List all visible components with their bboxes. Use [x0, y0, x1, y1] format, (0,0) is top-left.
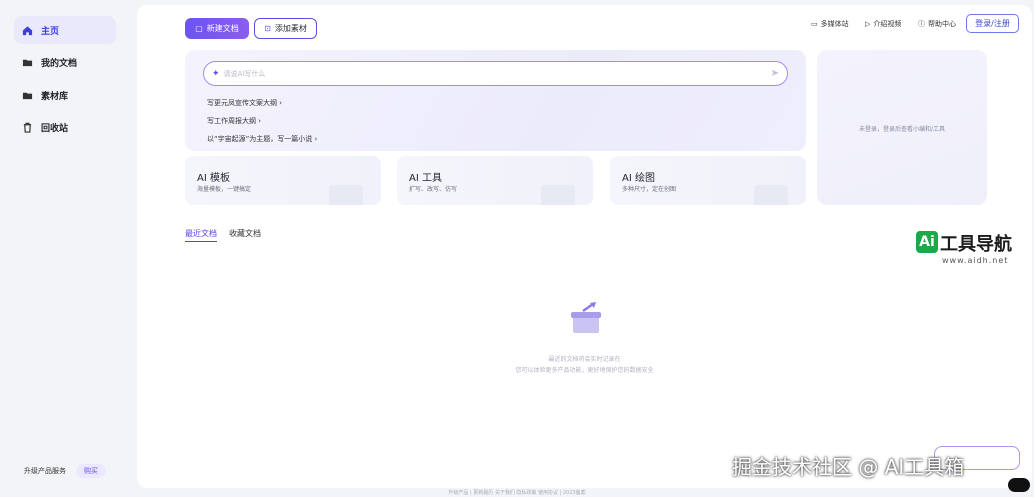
- trash-icon: [22, 122, 33, 133]
- sidebar-item-label: 素材库: [41, 91, 69, 102]
- empty-box-icon: [571, 302, 601, 333]
- card-title: AI 工具: [409, 173, 442, 184]
- card-subtitle: 多种尺寸，定在创图: [622, 186, 677, 193]
- guide-video-label: 介绍视频: [873, 20, 902, 28]
- card-title: AI 绘图: [622, 173, 655, 184]
- home-icon: [22, 25, 33, 36]
- card-subtitle: 海量模板，一键搞定: [197, 186, 252, 193]
- watermark-bottom-text: 掘金技术社区 @ AI工具箱: [732, 455, 965, 479]
- send-icon[interactable]: ➤: [771, 68, 779, 79]
- watermark-ai-badge: Ai: [916, 231, 938, 253]
- multimedia-icon: ▭: [811, 20, 818, 28]
- chat-bot-icon[interactable]: [1008, 478, 1030, 492]
- tab-recent-docs[interactable]: 最近文档: [185, 228, 217, 242]
- card-illustration: [754, 185, 788, 205]
- sidebar: 主页 我的文档 素材库 回收站 升级产品服务 购买: [0, 0, 136, 497]
- sidebar-item-label: 主页: [41, 26, 60, 37]
- login-prompt-panel: 未登录，登录后查看小编和/工具: [817, 50, 987, 205]
- card-subtitle: 扩写、改写、仿写: [409, 186, 458, 193]
- sidebar-item-home[interactable]: 主页: [14, 16, 116, 44]
- help-icon: ⓘ: [918, 20, 925, 28]
- card-title: AI 模板: [197, 173, 230, 184]
- help-link[interactable]: ⓘ 帮助中心: [918, 19, 956, 29]
- sidebar-item-label: 回收站: [41, 123, 69, 134]
- doc-icon: ▢: [195, 24, 203, 33]
- add-material-button[interactable]: ⊡ 添加素材: [254, 18, 317, 39]
- footer-text: 升级产品 | 更新履历 关于我们 隐私政策 使用协议 | 2023备案: [448, 490, 586, 496]
- card-illustration: [329, 185, 363, 205]
- add-material-icon: ⊡: [264, 24, 271, 33]
- sidebar-item-my-docs[interactable]: 我的文档: [14, 48, 116, 76]
- sidebar-item-trash[interactable]: 回收站: [14, 113, 116, 141]
- buy-button[interactable]: 购买: [76, 464, 106, 478]
- suggestion-item[interactable]: 以“宇宙起源”为主题，写一篇小说 ›: [207, 134, 317, 144]
- suggestion-item[interactable]: 写更元凤宣传文案大纲 ›: [207, 98, 282, 108]
- card-ai-tools[interactable]: AI 工具 扩写、改写、仿写: [397, 156, 593, 205]
- watermark-logo-url: www.aidh.net: [942, 256, 1009, 265]
- new-doc-label: 新建文档: [206, 24, 239, 33]
- empty-state-line2: 您可以体验更多产品功能，更好地保护您的数据安全: [515, 367, 654, 374]
- sidebar-item-materials[interactable]: 素材库: [14, 81, 116, 109]
- multimedia-label: 多媒体站: [820, 20, 849, 28]
- doc-tabs: 最近文档 收藏文档: [185, 228, 273, 242]
- folder-icon: [22, 90, 33, 101]
- video-icon: ▷: [865, 20, 871, 28]
- card-ai-template[interactable]: AI 模板 海量模板，一键搞定: [185, 156, 381, 205]
- add-material-label: 添加素材: [274, 24, 307, 33]
- new-doc-button[interactable]: ▢ 新建文档: [185, 18, 249, 39]
- watermark-logo-name: 工具导航: [940, 234, 1012, 255]
- watermark-logo: Ai 工具导航 www.aidh.net: [914, 228, 1034, 270]
- tab-favorite-docs[interactable]: 收藏文档: [229, 228, 261, 242]
- card-ai-drawing[interactable]: AI 绘图 多种尺寸，定在创图: [610, 156, 806, 205]
- login-button[interactable]: 登录/注册: [966, 14, 1019, 33]
- upgrade-label: 升级产品服务: [24, 467, 66, 475]
- guide-video-link[interactable]: ▷ 介绍视频: [865, 19, 901, 29]
- login-prompt-text: 未登录，登录后查看小编和/工具: [858, 126, 946, 133]
- ai-writing-hero: ✦ 请说AI写什么 ➤ 写更元凤宣传文案大纲 › 写工作周报大纲 › 以“宇宙起…: [185, 50, 806, 151]
- card-illustration: [541, 185, 575, 205]
- empty-state-line1: 最近的文档将会实时记录在: [548, 356, 621, 363]
- folder-icon: [22, 57, 33, 68]
- sparkle-icon: ✦: [212, 68, 220, 79]
- main-panel: ▢ 新建文档 ⊡ 添加素材 ▭ 多媒体站 ▷ 介绍视频 ⓘ 帮助中心 登录/注册…: [137, 5, 1032, 488]
- sidebar-item-label: 我的文档: [41, 58, 78, 69]
- multimedia-link[interactable]: ▭ 多媒体站: [811, 19, 849, 29]
- ai-prompt-input[interactable]: ✦ 请说AI写什么 ➤: [203, 61, 788, 86]
- help-label: 帮助中心: [928, 20, 956, 28]
- upgrade-row: 升级产品服务 购买: [24, 464, 106, 478]
- ai-prompt-placeholder: 请说AI写什么: [223, 69, 266, 78]
- suggestion-item[interactable]: 写工作周报大纲 ›: [207, 116, 261, 126]
